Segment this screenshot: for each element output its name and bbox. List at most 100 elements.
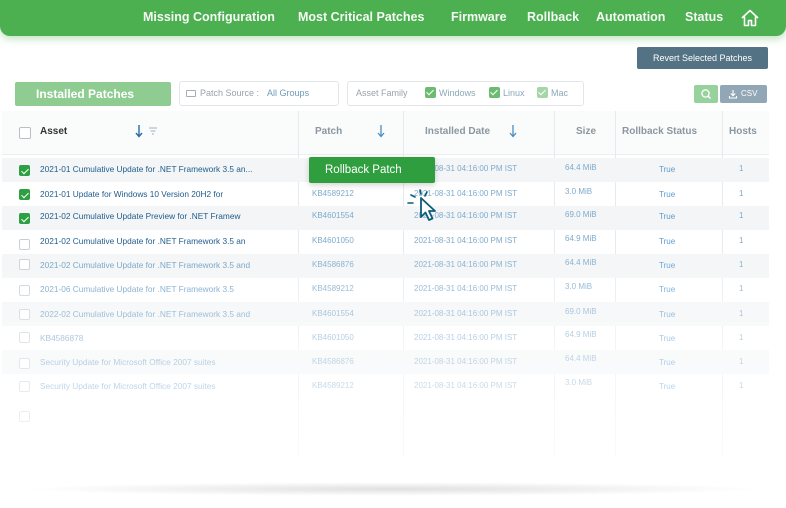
rollback-status-cell: True	[659, 190, 676, 199]
installed-date-cell: 2021-08-31 04:16:00 PM IST	[414, 357, 518, 366]
rollback-status-cell: True	[659, 382, 676, 391]
installed-date-cell: 2021-08-31 04:16:00 PM IST	[414, 333, 518, 342]
patch-cell: KB4589212	[312, 381, 354, 390]
size-cell: 3.0 MiB	[565, 282, 593, 291]
patch-cell: KB4586876	[312, 260, 354, 269]
installed-date-cell: 2021-08-31 04:16:00 PM IST	[414, 381, 518, 390]
asset-cell[interactable]: 2021-02 Cumulative Update for .NET Frame…	[40, 236, 272, 246]
csv-label: CSV	[741, 89, 758, 98]
table-row[interactable]: KB4586878 KB4601050 2021-08-31 04:16:00 PM…	[2, 326, 769, 350]
rollback-status-cell: True	[659, 310, 676, 319]
row-checkbox[interactable]	[19, 189, 30, 200]
size-cell: 3.0 MiB	[565, 187, 593, 196]
family-option-windows[interactable]: Windows	[425, 82, 476, 105]
table-row[interactable]: 2021-01 Update for Windows 10 Version 20…	[2, 182, 769, 206]
asset-cell[interactable]: 2022-02 Cumulative Update for .NET Frame…	[40, 309, 272, 319]
filter-lines-icon[interactable]	[148, 124, 158, 138]
patch-cell: KB4601554	[312, 211, 354, 220]
size-cell: 64.4 MiB	[565, 354, 597, 363]
size-cell: 64.4 MiB	[565, 163, 597, 172]
table-row[interactable]: 2021-06 Cumulative Update for .NET Frame…	[2, 278, 769, 302]
header-patch[interactable]: Patch	[315, 126, 342, 137]
patch-cell: KB4586876	[312, 357, 354, 366]
rollback-status-cell: True	[659, 237, 676, 246]
size-cell: 64.4 MiB	[565, 258, 597, 267]
row-checkbox[interactable]	[19, 213, 30, 224]
nav-most-critical-patches[interactable]: Most Critical Patches	[298, 10, 424, 24]
hosts-cell: 1	[739, 357, 744, 366]
patch-cell: KB4589212	[312, 284, 354, 293]
rollback-patch-button[interactable]: Rollback Patch	[309, 157, 435, 183]
header-installed-date[interactable]: Installed Date	[425, 126, 490, 137]
mac-checkbox[interactable]	[537, 87, 548, 98]
nav-rollback[interactable]: Rollback	[527, 10, 579, 24]
bottom-shadow	[22, 482, 764, 496]
asset-family-filter: Asset Family Windows Linux Mac	[347, 81, 584, 106]
family-option-mac[interactable]: Mac	[537, 82, 568, 105]
nav-status[interactable]: Status	[685, 10, 723, 24]
row-checkbox[interactable]	[19, 411, 30, 422]
hosts-cell: 1	[739, 189, 744, 198]
size-cell: 69.0 MiB	[565, 307, 597, 316]
asset-cell[interactable]: 2021-02 Cumulative Update Preview for .N…	[40, 211, 272, 221]
installed-patches-button[interactable]: Installed Patches	[15, 82, 171, 106]
sort-arrow-icon[interactable]	[376, 124, 386, 138]
nav-firmware[interactable]: Firmware	[451, 10, 507, 24]
asset-cell[interactable]: Security Update for Microsoft Office 200…	[40, 357, 272, 367]
table-row[interactable]: 2021-02 Cumulative Update Preview for .N…	[2, 206, 769, 230]
size-cell: 64.9 MiB	[565, 234, 597, 243]
hosts-cell: 1	[739, 333, 744, 342]
search-button[interactable]	[694, 85, 718, 103]
monitor-icon	[186, 90, 196, 97]
search-icon	[701, 89, 711, 99]
asset-cell[interactable]: Security Update for Microsoft Office 200…	[40, 381, 272, 391]
patch-source-value: All Groups	[267, 88, 310, 98]
header-size[interactable]: Size	[576, 126, 596, 137]
rollback-status-cell: True	[659, 285, 676, 294]
header-hosts[interactable]: Hosts	[729, 126, 757, 137]
family-option-linux[interactable]: Linux	[489, 82, 525, 105]
patch-source-label: Patch Source :	[200, 88, 260, 98]
installed-date-cell: 2021-08-31 04:16:00 PM IST	[414, 309, 518, 318]
table-row[interactable]: 2022-02 Cumulative Update for .NET Frame…	[2, 302, 769, 326]
sort-arrow-icon[interactable]	[508, 124, 518, 138]
revert-selected-patches-button[interactable]: Revert Selected Patches	[637, 47, 768, 69]
select-all-checkbox[interactable]	[19, 127, 31, 139]
csv-export-button[interactable]: CSV	[720, 85, 767, 103]
windows-checkbox[interactable]	[425, 87, 436, 98]
table-row[interactable]: 2021-02 Cumulative Update for .NET Frame…	[2, 230, 769, 254]
row-checkbox[interactable]	[19, 239, 30, 250]
nav-automation[interactable]: Automation	[596, 10, 665, 24]
row-checkbox[interactable]	[19, 259, 30, 270]
rollback-status-cell: True	[659, 212, 676, 221]
patch-cell: KB4601554	[312, 309, 354, 318]
header-rollback-status[interactable]: Rollback Status	[622, 126, 697, 137]
row-checkbox[interactable]	[19, 358, 30, 369]
header-asset[interactable]: Asset	[40, 126, 67, 137]
rollback-status-cell: True	[659, 261, 676, 270]
table-row[interactable]: Security Update for Microsoft Office 200…	[2, 374, 769, 398]
row-checkbox[interactable]	[19, 165, 30, 176]
row-checkbox[interactable]	[19, 309, 30, 320]
asset-cell[interactable]: 2021-01 Update for Windows 10 Version 20…	[40, 189, 272, 199]
asset-cell[interactable]: 2021-06 Cumulative Update for .NET Frame…	[40, 284, 272, 294]
asset-cell[interactable]: KB4586878	[40, 333, 272, 343]
asset-cell[interactable]: 2021-01 Cumulative Update for .NET Frame…	[40, 164, 272, 174]
asset-cell[interactable]: 2021-02 Cumulative Update for .NET Frame…	[40, 260, 272, 270]
linux-checkbox[interactable]	[489, 87, 500, 98]
table-row[interactable]: 2021-02 Cumulative Update for .NET Frame…	[2, 254, 769, 278]
hosts-cell: 1	[739, 236, 744, 245]
patch-cell: KB4589212	[312, 189, 354, 198]
patch-cell: KB4601050	[312, 236, 354, 245]
hosts-cell: 1	[739, 211, 744, 220]
rollback-status-cell: True	[659, 334, 676, 343]
sort-arrow-icon[interactable]	[134, 124, 144, 138]
row-checkbox[interactable]	[19, 285, 30, 296]
hosts-cell: 1	[739, 381, 744, 390]
table-row[interactable]: Security Update for Microsoft Office 200…	[2, 350, 769, 374]
row-checkbox[interactable]	[19, 332, 30, 343]
patch-source-select[interactable]: Patch Source : All Groups	[179, 81, 339, 106]
nav-missing-configuration[interactable]: Missing Configuration	[143, 10, 275, 24]
home-icon[interactable]	[739, 7, 761, 29]
row-checkbox[interactable]	[19, 381, 30, 392]
